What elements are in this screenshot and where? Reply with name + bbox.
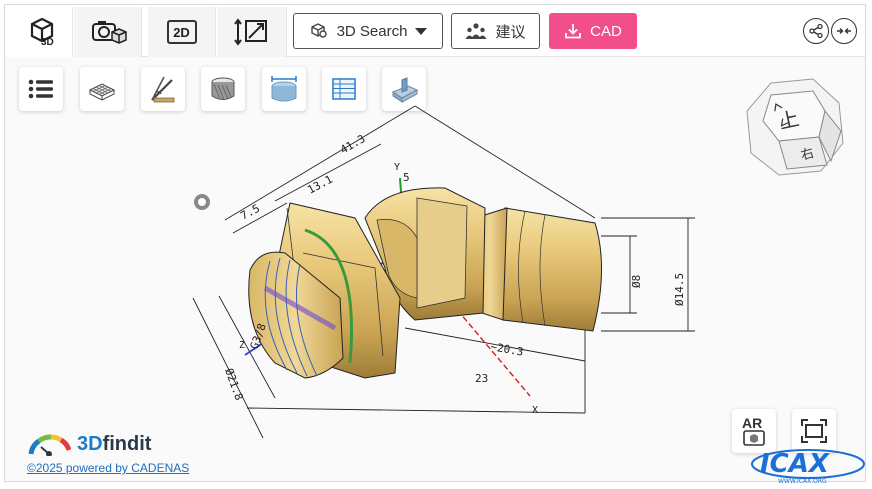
axis-y-label: Y: [394, 162, 400, 173]
tab-3d[interactable]: 3D: [5, 7, 73, 57]
watermark-subtext: WWW.ICAX.ORG: [778, 478, 827, 485]
collapse-icon: [837, 28, 851, 34]
fitting-model: [248, 187, 603, 379]
loading-spinner-icon: [194, 194, 210, 210]
powered-by-link[interactable]: ©2025 powered by CADENAS: [27, 461, 189, 475]
search-cube-icon: [310, 23, 327, 38]
people-icon: [465, 23, 487, 39]
top-toolbar: 3D 2D 3D Search 建议 CAD: [5, 5, 865, 57]
share-icon: [809, 23, 823, 39]
dim-overall-length: 41.3: [338, 132, 367, 157]
dim-bore-diameter: Ø8: [630, 275, 643, 288]
dim-offset: ~20.3: [489, 340, 524, 359]
share-button[interactable]: [803, 18, 829, 44]
2d-icon: 2D: [166, 20, 197, 44]
chevron-down-icon: [415, 27, 428, 35]
ar-label: AR: [742, 415, 762, 431]
suggest-label: 建议: [495, 23, 526, 41]
3d-search-label: 3D Search: [336, 22, 408, 40]
dim-small: 5: [403, 171, 410, 184]
gauge-logo-icon: [28, 433, 71, 456]
brand-name-suffix: findit: [102, 433, 152, 455]
dim-thread-length: 7.5: [238, 202, 262, 223]
cad-label: CAD: [590, 22, 622, 40]
3d-search-button[interactable]: 3D Search: [293, 13, 443, 49]
watermark-text: ICAX: [760, 449, 831, 479]
icax-watermark-logo: ICAX WWW.ICAX.ORG: [751, 449, 865, 485]
tab-2d-label: 2D: [173, 24, 190, 40]
brand-logo[interactable]: 3Dfindit: [27, 433, 151, 456]
dim-seal-diameter: Ø21.8: [222, 367, 246, 403]
tab-camera-view[interactable]: [74, 7, 142, 57]
tab-2d[interactable]: 2D: [148, 7, 216, 57]
axis-z-label: Z: [239, 340, 245, 351]
fullscreen-icon: [801, 419, 827, 443]
tab-measure[interactable]: [217, 7, 287, 57]
download-icon: [565, 24, 582, 39]
axis-x-label: X: [532, 405, 538, 416]
brand-name-prefix: 3D: [77, 433, 103, 455]
viewer-frame: 3D 2D 3D Search 建议 CAD 41.3 13.1 7.5 G3/…: [4, 4, 866, 482]
cad-download-button[interactable]: CAD: [549, 13, 637, 49]
brand-name: 3Dfindit: [77, 433, 151, 456]
dim-height: 23: [475, 372, 488, 385]
tab-3d-label: 3D: [41, 37, 54, 48]
dim-sleeve-diameter: Ø14.5: [673, 273, 686, 306]
collapse-button[interactable]: [831, 18, 857, 44]
navigation-cube[interactable]: 上 右: [743, 75, 847, 179]
suggest-button[interactable]: 建议: [451, 13, 540, 49]
measure-icon: [233, 18, 267, 46]
dim-hex-length: 13.1: [305, 173, 335, 197]
camera-cube-icon: [91, 21, 127, 44]
